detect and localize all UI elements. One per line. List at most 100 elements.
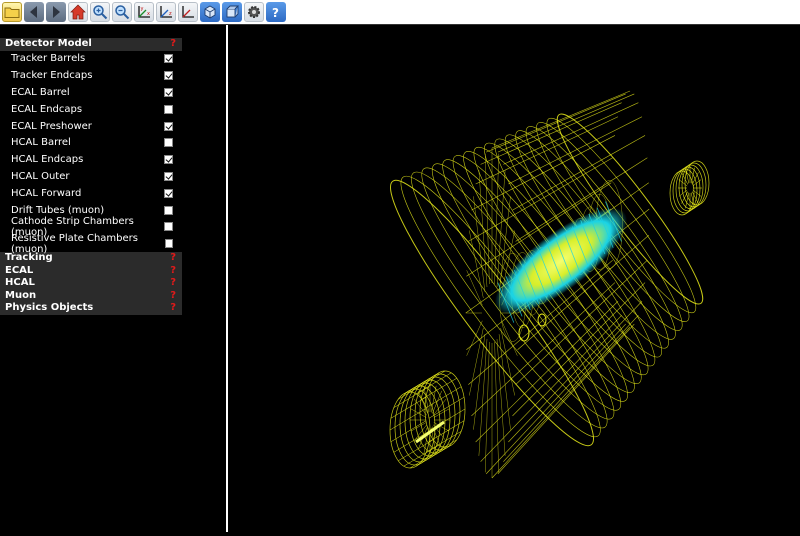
view-xz-button[interactable] (178, 2, 198, 22)
barrel-line (480, 102, 622, 165)
section-title: Detector Model (5, 38, 92, 49)
near-forward-spoke (433, 408, 450, 418)
detector-item-checkbox[interactable] (164, 205, 173, 215)
endcap-spoke (478, 338, 488, 456)
detector-item-checkbox[interactable] (164, 121, 173, 131)
help-link[interactable]: ? (170, 277, 176, 290)
axes-xy-icon: xy (138, 6, 150, 18)
section-muon[interactable]: Muon? (0, 289, 182, 303)
detector-item-checkbox[interactable] (164, 54, 173, 64)
detector-item-label: HCAL Forward (11, 187, 82, 199)
barrel-line (491, 90, 631, 149)
barrel-line (480, 315, 622, 462)
detector-item[interactable]: ECAL Endcaps (0, 101, 182, 118)
detector-item[interactable]: HCAL Forward (0, 185, 182, 202)
help-link[interactable]: ? (170, 38, 176, 51)
settings-button[interactable] (244, 2, 264, 22)
gear-icon (248, 6, 260, 18)
endcap-spoke (501, 320, 518, 356)
section-detector-model[interactable]: Detector Model ? (0, 38, 182, 51)
help-link[interactable]: ? (170, 252, 176, 265)
question-icon: ? (272, 6, 279, 20)
axis-z-label: z (169, 11, 172, 17)
barrel-line (471, 135, 616, 211)
near-forward-line (428, 397, 465, 419)
section-ecal[interactable]: ECAL? (0, 264, 182, 278)
endcap-spoke (469, 327, 484, 396)
detector-item[interactable]: HCAL Endcaps (0, 151, 182, 168)
detector-item-label: ECAL Barrel (11, 86, 70, 98)
help-link[interactable]: ? (170, 302, 176, 315)
detector-item-checkbox[interactable] (164, 71, 173, 81)
perspective-button[interactable] (200, 2, 220, 22)
section-title: Tracking (5, 252, 53, 264)
zoom-in-icon (93, 5, 108, 20)
section-title: Physics Objects (5, 302, 94, 314)
barrel-line (497, 323, 635, 475)
detector-item-label: Drift Tubes (muon) (11, 204, 105, 216)
near-forward-line (421, 378, 457, 400)
left-arrow-icon (30, 6, 37, 18)
detector-item-checkbox[interactable] (164, 104, 173, 114)
cube-perspective-icon (204, 5, 216, 19)
detector-item-checkbox[interactable] (164, 239, 173, 249)
settings-panel: Detector Model ? Tracker Barrels Tracker … (0, 25, 228, 532)
detector-item[interactable]: Tracker Barrels (0, 51, 182, 68)
endcap-spoke (494, 153, 500, 285)
detector-item-checkbox[interactable] (164, 87, 173, 97)
next-event-button[interactable] (46, 2, 66, 22)
near-forward-line (398, 439, 434, 461)
view-yz-button[interactable]: z (156, 2, 176, 22)
help-link[interactable]: ? (170, 290, 176, 303)
event-display-canvas[interactable] (230, 25, 800, 532)
detector-model-list: Tracker Barrels Tracker Endcaps ECAL Barre… (0, 51, 226, 255)
toolbar: xy z ? (0, 0, 800, 24)
zoom-out-button[interactable] (112, 2, 132, 22)
folder-icon (4, 7, 20, 18)
detector-item-label: Tracker Endcaps (11, 70, 93, 82)
right-arrow-icon (53, 6, 60, 18)
detector-item[interactable]: Tracker Endcaps (0, 67, 182, 84)
detector-item-checkbox[interactable] (164, 138, 173, 148)
detector-item[interactable]: Resistive Plate Chambers (muon) (0, 233, 182, 255)
detector-item-label: HCAL Outer (11, 170, 70, 182)
barrel-line (497, 93, 635, 153)
detector-item-label: ECAL Preshower (11, 120, 92, 132)
barrel-line (491, 326, 631, 479)
zoom-in-button[interactable] (90, 2, 110, 22)
detector-item-checkbox[interactable] (164, 188, 173, 198)
endcap-spoke (469, 230, 484, 299)
section-title: HCAL (5, 277, 35, 289)
home-icon (70, 4, 86, 20)
detector-item-label: Tracker Barrels (11, 53, 86, 65)
home-view-button[interactable] (68, 2, 88, 22)
axes-xz-icon (182, 6, 194, 18)
beam-hole (537, 313, 547, 327)
section-hcal[interactable]: HCAL? (0, 277, 182, 290)
detector-wireframe[interactable] (230, 25, 800, 532)
detector-item[interactable]: HCAL Barrel (0, 134, 182, 151)
help-button[interactable]: ? (266, 2, 286, 22)
detector-item-label: HCAL Endcaps (11, 154, 84, 166)
section-title: ECAL (5, 264, 34, 276)
detector-item[interactable]: ECAL Barrel (0, 84, 182, 101)
axes-yz-icon: z (160, 6, 172, 18)
collapsed-sections: Tracking? ECAL? HCAL? Muon? Physics Objects? (0, 252, 226, 315)
view-xy-button[interactable]: xy (134, 2, 154, 22)
help-glyph: ? (272, 6, 279, 20)
section-physics-objects[interactable]: Physics Objects? (0, 302, 182, 315)
section-title: Muon (5, 289, 37, 301)
open-file-button[interactable] (2, 2, 22, 22)
cube-ortho-icon (226, 5, 240, 18)
axis-x-label: x (147, 11, 150, 17)
zoom-out-icon (115, 5, 130, 20)
detector-item-checkbox[interactable] (164, 171, 173, 181)
detector-item-checkbox[interactable] (164, 222, 173, 232)
previous-event-button[interactable] (24, 2, 44, 22)
detector-item-checkbox[interactable] (164, 155, 173, 165)
detector-item[interactable]: HCAL Outer (0, 168, 182, 185)
orthographic-button[interactable] (222, 2, 242, 22)
help-link[interactable]: ? (170, 265, 176, 278)
barrel-line (512, 135, 646, 211)
detector-item[interactable]: ECAL Preshower (0, 118, 182, 135)
